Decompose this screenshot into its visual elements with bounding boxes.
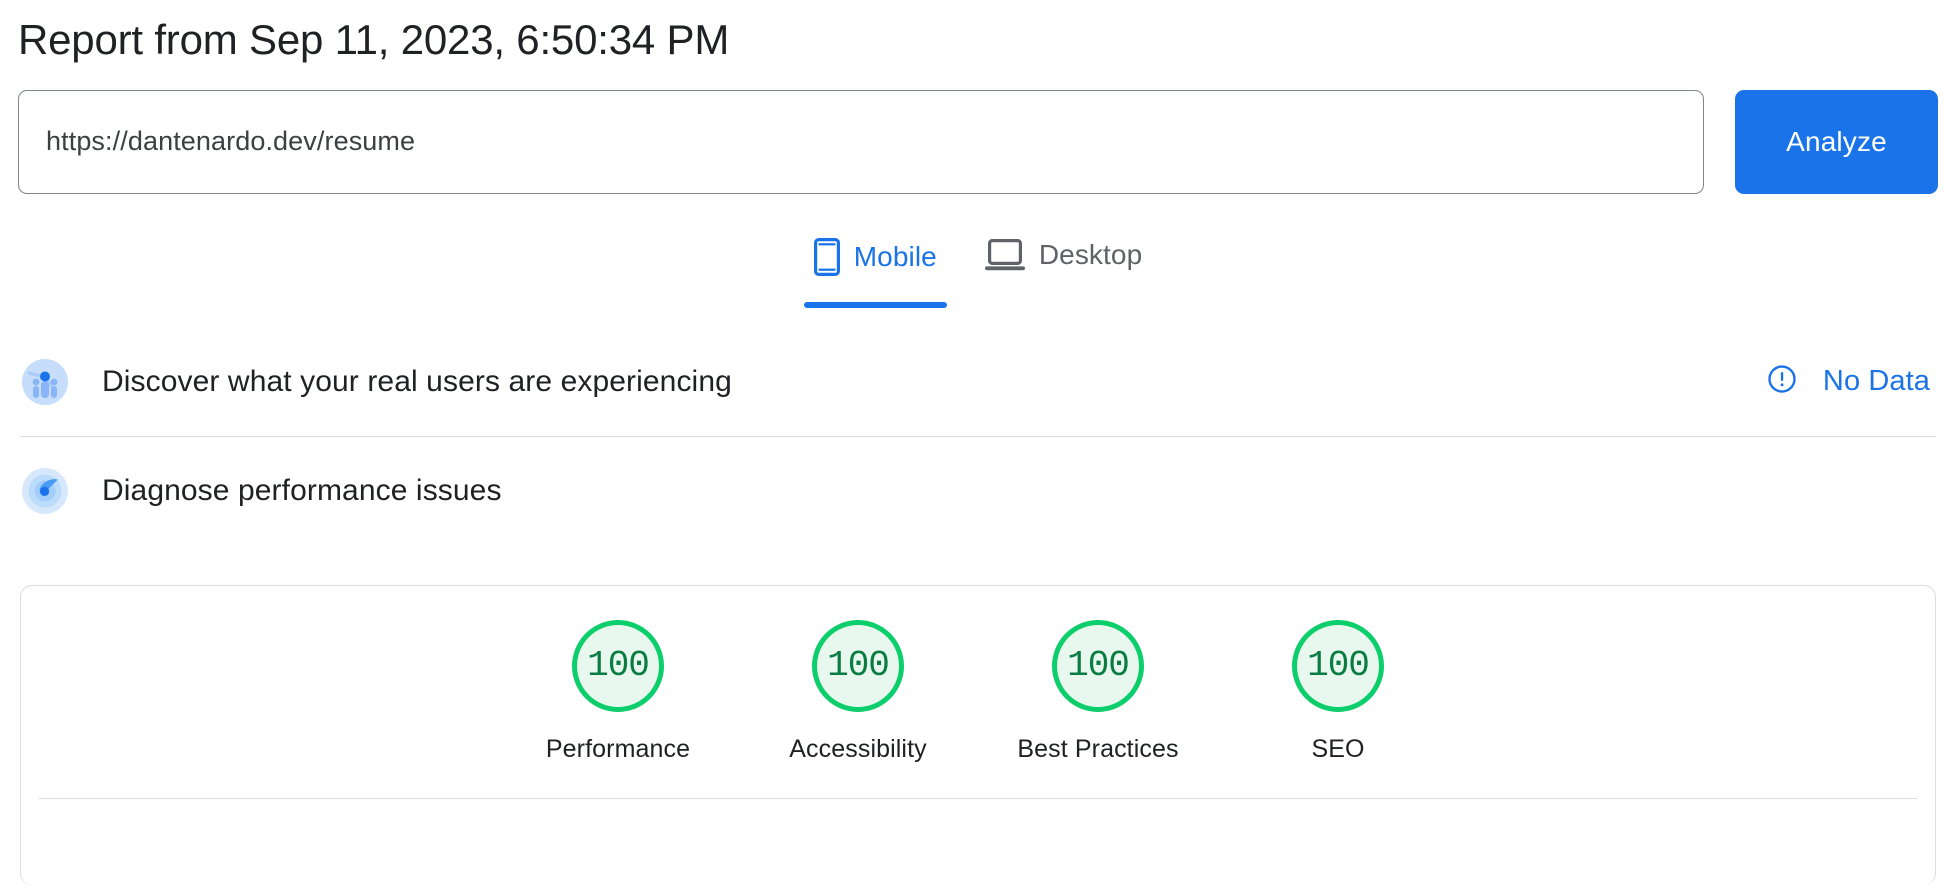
- score-ring-best-practices: 100: [1052, 619, 1144, 712]
- no-data-status[interactable]: No Data: [1767, 364, 1934, 399]
- url-analyze-row: Analyze: [18, 89, 1938, 194]
- score-card-divider: [39, 797, 1917, 799]
- diagnose-gauge-icon: [22, 467, 68, 514]
- score-gauge-accessibility[interactable]: 100 Accessibility: [789, 619, 927, 764]
- mobile-phone-icon: [813, 237, 840, 276]
- tab-mobile-label: Mobile: [853, 240, 937, 272]
- real-users-globe-icon: [22, 358, 68, 405]
- page-title: Report from Sep 11, 2023, 6:50:34 PM: [18, 16, 730, 63]
- score-label-seo: SEO: [1311, 734, 1365, 763]
- tab-active-indicator: [803, 301, 947, 308]
- lab-data-section-header: Diagnose performance issues: [18, 437, 1938, 545]
- score-value-seo: 100: [1307, 644, 1370, 686]
- field-data-section-header: Discover what your real users are experi…: [18, 328, 1938, 436]
- score-label-best-practices: Best Practices: [1017, 734, 1179, 763]
- info-circle-icon: [1767, 364, 1797, 399]
- pagespeed-report-page: Report from Sep 11, 2023, 6:50:34 PM Ana…: [0, 0, 1956, 894]
- score-card: 100 Performance 100 Accessibility 100 Be…: [20, 584, 1936, 885]
- device-tabs: Mobile Desktop: [18, 228, 1938, 308]
- score-label-performance: Performance: [545, 734, 691, 763]
- url-input[interactable]: [46, 126, 1676, 157]
- tab-desktop-label: Desktop: [1038, 238, 1143, 270]
- score-ring-accessibility: 100: [812, 619, 904, 712]
- tabs-bottom-spacer: [18, 276, 1938, 328]
- score-ring-seo: 100: [1292, 619, 1384, 712]
- desktop-monitor-icon: [984, 238, 1025, 272]
- tab-mobile[interactable]: Mobile: [790, 228, 961, 308]
- tab-desktop[interactable]: Desktop: [961, 228, 1166, 272]
- url-input-wrapper[interactable]: [18, 89, 1704, 194]
- score-label-accessibility: Accessibility: [789, 734, 927, 763]
- score-gauges: 100 Performance 100 Accessibility 100 Be…: [21, 586, 1935, 764]
- lab-data-section-title: Diagnose performance issues: [102, 473, 502, 507]
- score-gauge-seo[interactable]: 100 SEO: [1292, 619, 1384, 764]
- score-value-performance: 100: [587, 644, 650, 686]
- status-badge: No Data: [1822, 365, 1930, 397]
- score-value-accessibility: 100: [827, 644, 890, 686]
- analyze-button[interactable]: Analyze: [1735, 89, 1938, 194]
- score-value-best-practices: 100: [1067, 644, 1130, 686]
- score-gauge-best-practices[interactable]: 100 Best Practices: [1017, 619, 1178, 764]
- score-ring-performance: 100: [572, 619, 664, 712]
- field-data-section-title: Discover what your real users are experi…: [102, 364, 732, 398]
- score-gauge-performance[interactable]: 100 Performance: [546, 619, 690, 764]
